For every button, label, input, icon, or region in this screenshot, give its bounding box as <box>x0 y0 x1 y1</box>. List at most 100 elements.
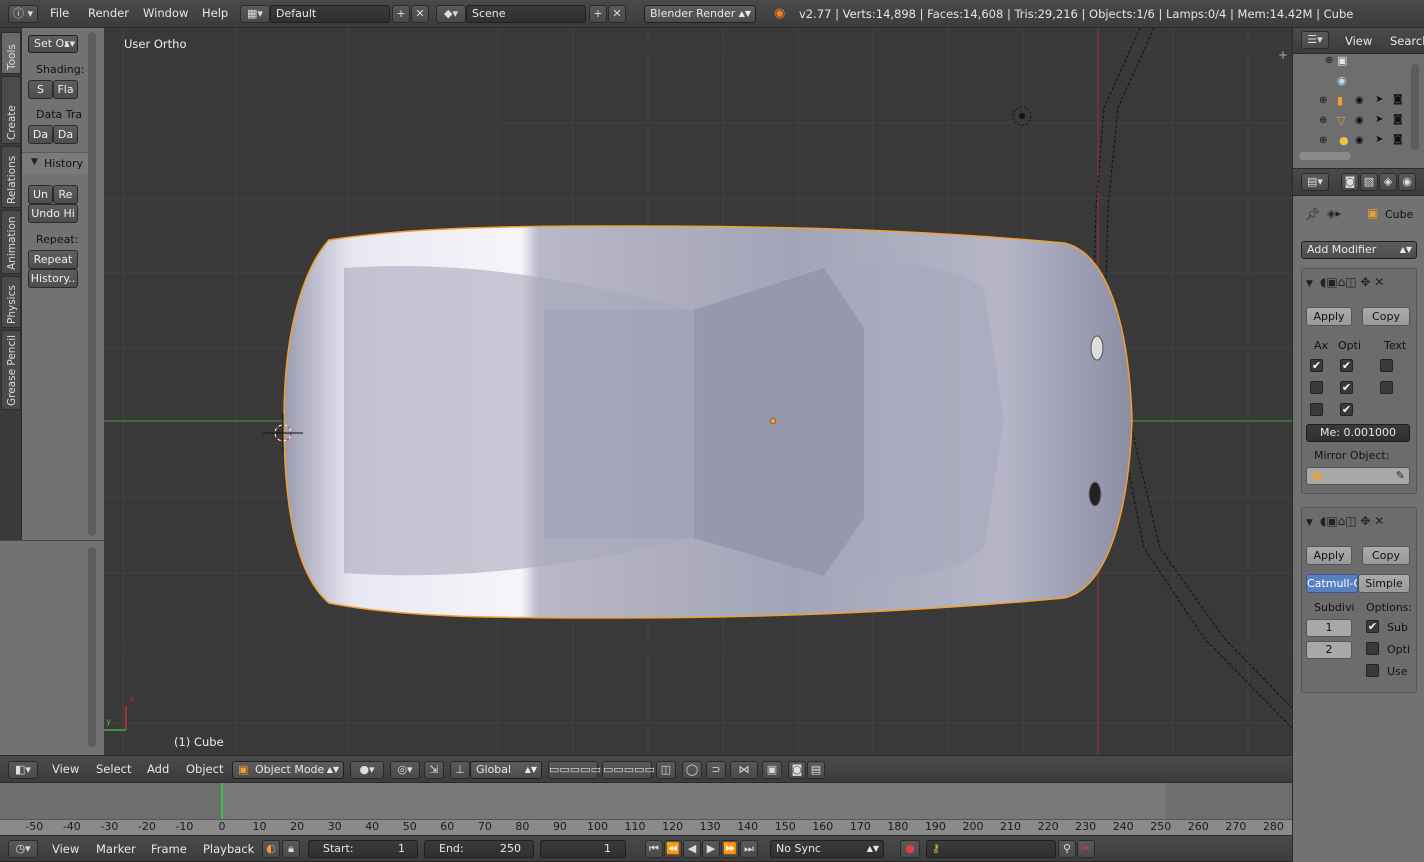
mirror-option-checkbox[interactable] <box>1310 381 1323 394</box>
repeat-history-button[interactable]: History.. <box>28 269 78 288</box>
menu-help[interactable]: Help <box>202 6 228 20</box>
screen-layout-icon[interactable]: ▦▾ <box>240 5 270 23</box>
properties-editor-type-icon[interactable]: ▤▾ <box>1301 173 1329 191</box>
render-animation-icon[interactable]: ▤ <box>807 761 825 779</box>
timeline-playhead[interactable] <box>221 783 223 819</box>
jump-end-icon[interactable]: ⏭ <box>740 840 758 858</box>
add-scene-icon[interactable]: + <box>589 5 607 23</box>
screen-layout-field[interactable]: Default <box>270 5 390 23</box>
manipulator-icon[interactable]: ⇲ <box>424 761 444 779</box>
orientation-select[interactable]: Global ▲▼ <box>470 761 542 779</box>
layer-lock-icon[interactable]: ◫ <box>656 761 676 779</box>
undo-history-button[interactable]: Undo Hi <box>28 204 78 223</box>
region-toggle-icon[interactable]: + <box>1278 48 1288 62</box>
mirror-apply-button[interactable]: Apply <box>1306 307 1352 326</box>
pivot-point-icon[interactable]: ◎▾ <box>390 761 420 779</box>
tab-tools[interactable]: Tools <box>1 32 21 74</box>
history-panel-header[interactable]: ▼ History <box>22 152 88 174</box>
collapse-arrow-icon[interactable]: ▼ <box>1306 279 1313 289</box>
render-layers-tab-icon[interactable]: ▧ <box>1360 173 1378 191</box>
menu-file[interactable]: File <box>50 6 69 20</box>
subsurf-apply-button[interactable]: Apply <box>1306 546 1352 565</box>
shade-smooth-button[interactable]: S <box>28 80 53 99</box>
end-frame-field[interactable]: End: 250 <box>424 840 534 858</box>
jump-keyframe-forward-icon[interactable]: ⏩ <box>721 840 739 858</box>
select-arrow-icon[interactable]: ➤ <box>1375 114 1383 125</box>
layers-group-2[interactable]: ▭▭▭▭▭ <box>602 761 655 779</box>
render-camera-icon[interactable]: ◙ <box>1393 134 1403 145</box>
tab-relations[interactable]: Relations <box>1 146 21 208</box>
snap-icon[interactable]: ⊃ <box>706 761 726 779</box>
catmull-clark-button[interactable]: Catmull-C <box>1306 574 1358 593</box>
data-transfer-button[interactable]: Da <box>28 125 53 144</box>
record-icon[interactable]: ● <box>900 840 920 858</box>
menu-add[interactable]: Add <box>147 762 169 776</box>
eyedropper-icon[interactable]: ✎ <box>1396 468 1405 484</box>
timeline-editor-type-icon[interactable]: ◷▾ <box>8 840 38 858</box>
viewport-shading-icon[interactable]: ●▾ <box>350 761 384 779</box>
sync-select[interactable]: No Sync ▲▼ <box>770 840 884 858</box>
set-origin-button[interactable]: Set Or ▲▼ <box>28 35 78 53</box>
info-editor-type-icon[interactable]: ⓘ ▾ <box>8 5 38 23</box>
lock-icon[interactable]: 🔒︎ <box>282 840 300 858</box>
mirror-option-checkbox[interactable] <box>1380 381 1393 394</box>
select-arrow-icon[interactable]: ➤ <box>1375 134 1383 145</box>
render-engine-select[interactable]: Blender Render ▲▼ <box>644 5 756 23</box>
optimal-display-checkbox[interactable] <box>1366 642 1379 655</box>
start-frame-field[interactable]: Start: 1 <box>308 840 418 858</box>
current-frame-field[interactable]: 1 <box>540 840 626 858</box>
visibility-eye-icon[interactable]: ◉ <box>1355 135 1364 146</box>
view-levels-field[interactable]: 1 <box>1306 619 1352 637</box>
add-screen-icon[interactable]: + <box>392 5 410 23</box>
menu-object[interactable]: Object <box>186 762 223 776</box>
outliner-vscrollbar[interactable] <box>1411 64 1419 150</box>
render-camera-icon[interactable]: ◙ <box>1393 114 1403 125</box>
menu-render[interactable]: Render <box>88 6 129 20</box>
outliner-expand-icon[interactable]: ⊕ <box>1325 55 1333 66</box>
undo-button[interactable]: Un <box>28 185 53 204</box>
collapse-arrow-icon[interactable]: ▼ <box>1306 518 1313 528</box>
outliner-expand-icon[interactable]: ⊕ <box>1319 115 1327 126</box>
render-tab-icon[interactable]: ◙ <box>1341 173 1359 191</box>
render-opengl-icon[interactable]: ◙ <box>788 761 806 779</box>
mirror-modifier-icons[interactable]: ◖▣⌂◫ ✥ ✕ <box>1320 275 1384 289</box>
world-tab-icon[interactable]: ◉ <box>1398 173 1416 191</box>
outliner-expand-icon[interactable]: ⊕ <box>1319 95 1327 106</box>
redo-button[interactable]: Re <box>53 185 78 204</box>
timeline-menu-playback[interactable]: Playback <box>203 842 254 856</box>
mirror-object-field[interactable]: ▣ ✎ <box>1306 467 1410 485</box>
scene-icon[interactable]: ◆▾ <box>436 5 466 23</box>
add-modifier-select[interactable]: Add Modifier ▲▼ <box>1301 241 1417 259</box>
outliner-expand-icon[interactable]: ⊕ <box>1319 135 1327 146</box>
snap-element-icon[interactable]: ⋈ <box>730 761 758 779</box>
mirror-option-checkbox[interactable]: ✔ <box>1340 403 1353 416</box>
outliner-editor-type-icon[interactable]: ☰▾ <box>1301 31 1329 49</box>
simple-button[interactable]: Simple <box>1358 574 1410 593</box>
tab-grease-pencil[interactable]: Grease Pencil <box>1 330 21 410</box>
3d-viewport[interactable]: User Ortho (1) Cube x y + <box>104 28 1292 755</box>
menu-select[interactable]: Select <box>96 762 131 776</box>
mirror-option-checkbox[interactable] <box>1380 359 1393 372</box>
subsurf-modifier-icons[interactable]: ◖▣⌂◫ ✥ ✕ <box>1320 514 1384 528</box>
transform-orientation-icon[interactable]: ⊥ <box>450 761 470 779</box>
mirror-option-checkbox[interactable]: ✔ <box>1310 359 1323 372</box>
outliner-search-menu[interactable]: Search <box>1390 34 1424 48</box>
tab-create[interactable]: Create <box>1 76 21 144</box>
visibility-eye-icon[interactable]: ◉ <box>1355 95 1364 106</box>
mirror-option-checkbox[interactable] <box>1310 403 1323 416</box>
menu-view[interactable]: View <box>52 762 79 776</box>
render-camera-icon[interactable]: ◙ <box>1393 94 1403 105</box>
pin-icon[interactable]: 📌︎ <box>1305 207 1320 221</box>
delete-keyframe-icon[interactable]: ✂ <box>1077 840 1095 858</box>
timeline-menu-frame[interactable]: Frame <box>151 842 187 856</box>
editor-type-icon[interactable]: ◧▾ <box>8 761 38 779</box>
mirror-option-checkbox[interactable]: ✔ <box>1340 381 1353 394</box>
tab-physics[interactable]: Physics <box>1 276 21 328</box>
delete-scene-icon[interactable]: ✕ <box>608 5 626 23</box>
visibility-eye-icon[interactable]: ◉ <box>1355 115 1364 126</box>
proportional-edit-icon[interactable]: ◯ <box>682 761 702 779</box>
tool-props-scrollbar[interactable] <box>88 547 96 747</box>
play-icon[interactable]: ▶ <box>702 840 720 858</box>
menu-window[interactable]: Window <box>143 6 188 20</box>
tool-shelf-scrollbar[interactable] <box>88 32 96 536</box>
